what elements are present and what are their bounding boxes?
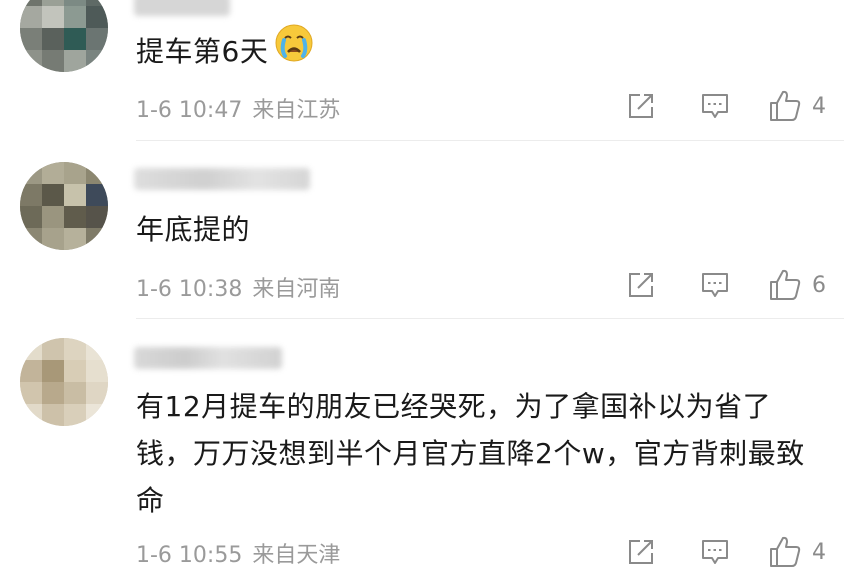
share-button[interactable] [624,270,658,300]
comment-text: 有12月提车的朋友已经哭死，为了拿国补以为省了钱，万万没想到半个月官方直降2个w… [136,383,826,524]
comment-item: 有12月提车的朋友已经哭死，为了拿国补以为省了钱，万万没想到半个月官方直降2个w… [0,319,844,568]
comment-location: 来自天津 [252,543,341,568]
username-blurred[interactable] [134,347,282,369]
comment-text-content: 年底提的 [136,213,251,246]
username-blurred[interactable] [134,0,230,16]
reply-button[interactable] [698,537,732,567]
like-button[interactable]: 6 [768,268,826,302]
comment-time: 1-6 10:55 [136,543,243,568]
like-button[interactable]: 4 [768,89,826,123]
reply-icon [702,94,728,118]
comment-time: 1-6 10:38 [136,277,243,302]
crying-face-icon [274,23,314,77]
comment-actions: 4 [624,535,826,569]
thumbs-up-icon [770,536,801,567]
share-button[interactable] [624,91,658,121]
reply-icon [702,273,728,297]
comment-text: 提车第6天 [136,24,826,77]
like-count: 4 [812,539,826,565]
comment-actions: 6 [624,268,826,302]
share-button[interactable] [624,537,658,567]
comment-meta: 1-6 10:38 来自河南 [136,271,340,303]
like-count: 6 [812,272,826,298]
comment-location: 来自河南 [252,277,341,302]
avatar[interactable] [20,338,108,426]
share-icon [629,94,653,118]
comment-text-content: 有12月提车的朋友已经哭死，为了拿国补以为省了钱，万万没想到半个月官方直降2个w… [136,390,805,517]
avatar[interactable] [20,162,108,250]
comment-actions: 4 [624,89,826,123]
like-count: 4 [812,93,826,119]
comment-text-content: 提车第6天 [136,35,269,68]
avatar[interactable] [20,0,108,72]
reply-icon [702,540,728,564]
thumbs-up-icon [770,90,801,121]
username-blurred[interactable] [134,168,310,190]
comment-text: 年底提的 [136,206,826,253]
comment-item: 提车第6天 1-6 10:47 来自江苏 4 [0,0,844,141]
share-icon [629,540,653,564]
reply-button[interactable] [698,270,732,300]
thumbs-up-icon [770,269,801,300]
comment-meta: 1-6 10:47 来自江苏 [136,92,340,124]
comment-meta: 1-6 10:55 来自天津 [136,537,340,569]
comment-location: 来自江苏 [252,98,341,123]
comment-item: 年底提的 1-6 10:38 来自河南 6 [0,141,844,319]
share-icon [629,273,653,297]
comment-time: 1-6 10:47 [136,98,243,123]
like-button[interactable]: 4 [768,535,826,569]
reply-button[interactable] [698,91,732,121]
